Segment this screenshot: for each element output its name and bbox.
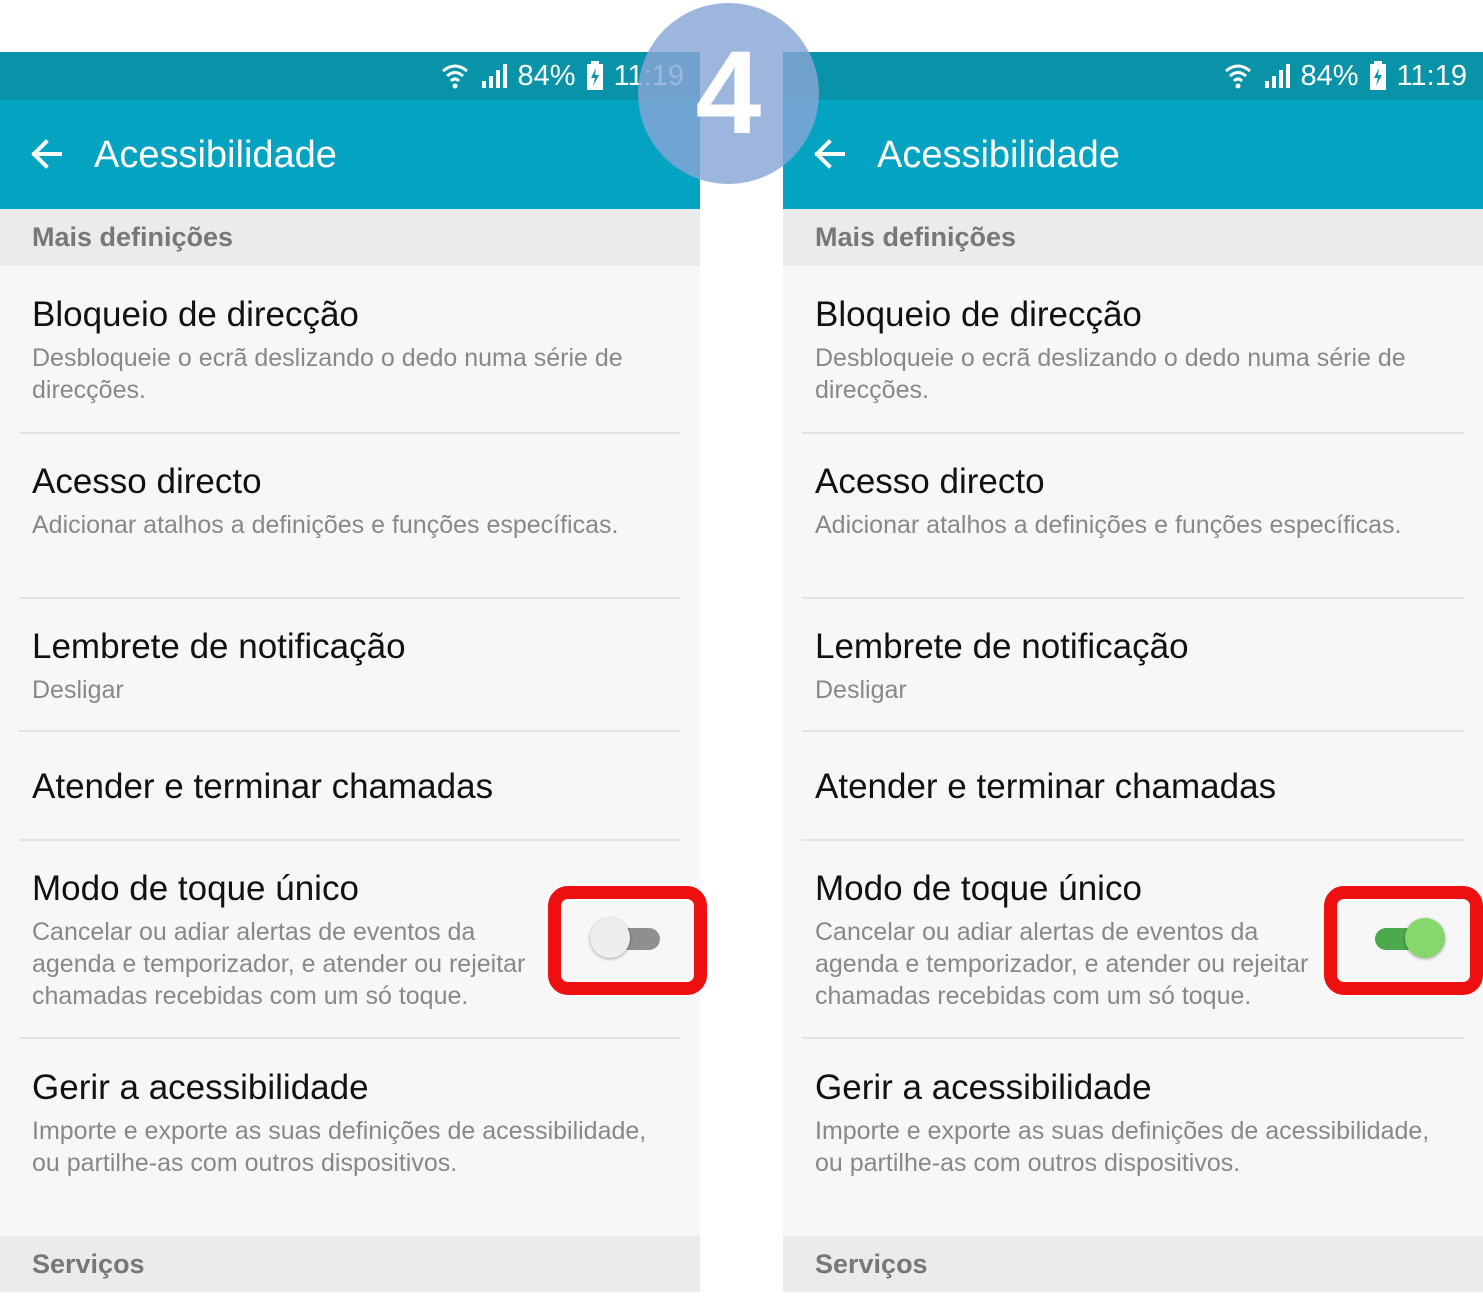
clock: 11:19 bbox=[1396, 59, 1467, 92]
item-title: Gerir a acessibilidade bbox=[815, 1068, 1152, 1107]
status-bar: 84% 11:19 bbox=[783, 52, 1483, 100]
item-manage-accessibility[interactable]: Gerir a acessibilidade Importe e exporte… bbox=[0, 1039, 700, 1236]
single-tap-mode-toggle[interactable] bbox=[1373, 918, 1445, 958]
item-direct-access[interactable]: Acesso directo Adicionar atalhos a defin… bbox=[783, 434, 1483, 598]
item-subtitle: Desbloqueie o ecrã deslizando o dedo num… bbox=[815, 344, 1406, 404]
battery-charging-icon bbox=[586, 61, 604, 91]
screen-before: 84% 11:19 Acessibilidade Mais definições… bbox=[0, 52, 700, 1292]
item-title: Lembrete de notificação bbox=[815, 627, 1189, 666]
item-subtitle: Importe e exporte as suas definições de … bbox=[815, 1117, 1430, 1177]
item-title: Acesso directo bbox=[32, 462, 262, 501]
item-title: Bloqueio de direcção bbox=[32, 295, 359, 334]
item-title: Bloqueio de direcção bbox=[815, 295, 1142, 334]
battery-charging-icon bbox=[1369, 61, 1387, 91]
item-title: Modo de toque único bbox=[815, 869, 1142, 908]
item-direction-lock[interactable]: Bloqueio de direcção Desbloqueie o ecrã … bbox=[0, 266, 700, 434]
item-manage-accessibility[interactable]: Gerir a acessibilidade Importe e exporte… bbox=[783, 1039, 1483, 1236]
item-notification-reminder[interactable]: Lembrete de notificação Desligar bbox=[0, 599, 700, 731]
item-title: Acesso directo bbox=[815, 462, 1045, 501]
page-title: Acessibilidade bbox=[94, 134, 337, 176]
section-header-more-settings: Mais definições bbox=[0, 209, 700, 266]
section-header-services: Serviços bbox=[783, 1236, 1483, 1292]
item-notification-reminder[interactable]: Lembrete de notificação Desligar bbox=[783, 599, 1483, 731]
item-direction-lock[interactable]: Bloqueio de direcção Desbloqueie o ecrã … bbox=[783, 266, 1483, 434]
status-bar: 84% 11:19 bbox=[0, 52, 700, 100]
signal-icon bbox=[1263, 63, 1291, 89]
item-answer-end-calls[interactable]: Atender e terminar chamadas bbox=[0, 732, 700, 840]
screen-after: 84% 11:19 Acessibilidade Mais definições… bbox=[783, 52, 1483, 1292]
item-title: Atender e terminar chamadas bbox=[32, 767, 494, 806]
back-arrow-icon[interactable] bbox=[809, 133, 851, 175]
signal-icon bbox=[480, 63, 508, 89]
step-number-badge: 4 bbox=[638, 3, 819, 184]
item-title: Modo de toque único bbox=[32, 869, 359, 908]
back-arrow-icon[interactable] bbox=[26, 133, 68, 175]
item-subtitle: Adicionar atalhos a definições e funções… bbox=[815, 511, 1402, 539]
item-subtitle: Desbloqueie o ecrã deslizando o dedo num… bbox=[32, 344, 623, 404]
page-title: Acessibilidade bbox=[877, 134, 1120, 176]
item-title: Lembrete de notificação bbox=[32, 627, 406, 666]
battery-percent: 84% bbox=[1300, 59, 1359, 92]
wifi-icon bbox=[1223, 62, 1253, 90]
single-tap-mode-toggle[interactable] bbox=[590, 918, 662, 958]
app-bar: Acessibilidade bbox=[783, 100, 1483, 209]
app-bar: Acessibilidade bbox=[0, 100, 700, 209]
item-subtitle: Desligar bbox=[32, 676, 124, 704]
section-header-more-settings: Mais definições bbox=[783, 209, 1483, 266]
item-direct-access[interactable]: Acesso directo Adicionar atalhos a defin… bbox=[0, 434, 700, 598]
item-subtitle: Cancelar ou adiar alertas de eventos da … bbox=[815, 918, 1309, 1010]
item-title: Gerir a acessibilidade bbox=[32, 1068, 369, 1107]
item-answer-end-calls[interactable]: Atender e terminar chamadas bbox=[783, 732, 1483, 840]
item-subtitle: Adicionar atalhos a definições e funções… bbox=[32, 511, 619, 539]
item-subtitle: Cancelar ou adiar alertas de eventos da … bbox=[32, 918, 526, 1010]
item-title: Atender e terminar chamadas bbox=[815, 767, 1277, 806]
wifi-icon bbox=[440, 62, 470, 90]
section-header-services: Serviços bbox=[0, 1236, 700, 1292]
item-subtitle: Desligar bbox=[815, 676, 907, 704]
battery-percent: 84% bbox=[517, 59, 576, 92]
toggle-thumb bbox=[1405, 918, 1445, 958]
item-subtitle: Importe e exporte as suas definições de … bbox=[32, 1117, 647, 1177]
toggle-thumb bbox=[590, 918, 630, 958]
